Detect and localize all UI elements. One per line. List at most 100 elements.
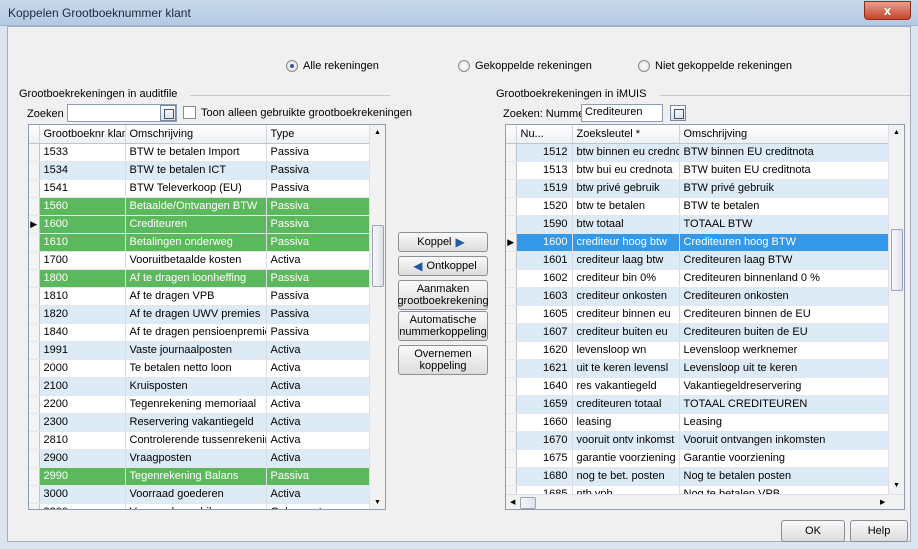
radio-niet-gekoppelde-rekeningen[interactable]: Niet gekoppelde rekeningen <box>638 58 792 74</box>
cell-omschrijving: Voorraadverschil <box>125 503 267 509</box>
right-accounts-grid: Nu... Zoeksleutel * Omschrijving 1512 btw… <box>505 124 905 510</box>
row-indicator <box>29 179 40 198</box>
table-row[interactable]: 1534 BTW te betalen ICT Passiva <box>29 161 371 180</box>
table-row[interactable]: 1605 crediteur binnen eu Crediteuren binne… <box>506 305 890 324</box>
right-group-title: Grootboekrekeningen in iMUIS <box>496 88 647 100</box>
table-row[interactable]: 1621 uit te keren levensl Levensloop uit t… <box>506 359 890 378</box>
help-button[interactable]: Help <box>850 520 908 542</box>
table-row[interactable]: ▶ 1600 Crediteuren Passiva <box>29 215 371 234</box>
radio-gekoppelde-rekeningen[interactable]: Gekoppelde rekeningen <box>458 58 592 74</box>
radio-button[interactable] <box>458 60 470 72</box>
scroll-down-icon[interactable]: ▼ <box>893 482 900 489</box>
cell-type: Passiva <box>266 269 371 288</box>
cell-grootboeknr: 1840 <box>39 323 126 342</box>
table-row[interactable]: 1700 Vooruitbetaalde kosten Activa <box>29 251 371 270</box>
scroll-right-icon[interactable]: ▶ <box>880 498 885 506</box>
used-accounts-checkbox[interactable] <box>183 106 196 119</box>
scroll-thumb[interactable] <box>891 229 903 291</box>
radio-button[interactable] <box>286 60 298 72</box>
ontkoppel-button[interactable]: ◀ Ontkoppel <box>398 256 488 276</box>
left-search-button[interactable] <box>160 105 176 121</box>
scroll-down-icon[interactable]: ▼ <box>374 499 381 506</box>
column-header-zoeksleutel[interactable]: Zoeksleutel * <box>572 125 680 144</box>
cell-type: Passiva <box>266 287 371 306</box>
table-row[interactable]: 2900 Vraagposten Activa <box>29 449 371 468</box>
column-header-grootboeknr[interactable]: Grootboeknr klant <box>39 125 126 144</box>
right-vertical-scrollbar[interactable]: ▲ ▼ <box>888 125 904 494</box>
table-row[interactable]: 1541 BTW Televerkoop (EU) Passiva <box>29 179 371 198</box>
table-row[interactable]: 1840 Af te dragen pensioenpremies Passiva <box>29 323 371 342</box>
row-indicator <box>29 485 40 504</box>
table-row[interactable]: 1520 btw te betalen BTW te betalen <box>506 197 890 216</box>
cell-nummer: 1603 <box>516 287 573 306</box>
table-row[interactable]: 1519 btw privé gebruik BTW privé gebruik <box>506 179 890 198</box>
cell-type: Activa <box>266 251 371 270</box>
table-row[interactable]: 2000 Te betalen netto loon Activa <box>29 359 371 378</box>
left-search-label: Zoeken <box>27 108 64 120</box>
table-row[interactable]: 1512btw binnen eu crednotaBTW binnen EU … <box>506 143 890 162</box>
column-header-omschrijving[interactable]: Omschrijving <box>125 125 267 144</box>
left-vertical-scrollbar[interactable]: ▲ ▼ <box>369 125 385 509</box>
table-row[interactable]: 1800 Af te dragen loonheffing Passiva <box>29 269 371 288</box>
table-row[interactable]: 1675 garantie voorziening Garantie voorzie… <box>506 449 890 468</box>
table-row[interactable]: 2200 Tegenrekening memoriaal Activa <box>29 395 371 414</box>
aanmaken-grootboekrekening-button[interactable]: Aanmaken grootboekrekening <box>397 280 489 310</box>
ok-button[interactable]: OK <box>781 520 845 542</box>
close-button[interactable]: x <box>864 1 911 20</box>
table-row[interactable]: 1602 crediteur bin 0% Crediteuren binnenla… <box>506 269 890 288</box>
cell-omschrijving: Vakantiegeldreservering <box>679 377 890 396</box>
table-row[interactable]: ▶ 1600 crediteur hoog btw Crediteuren hoog … <box>506 233 890 252</box>
scroll-up-icon[interactable]: ▲ <box>374 129 381 136</box>
cell-grootboeknr: 3800 <box>39 503 126 509</box>
cell-type: Activa <box>266 431 371 450</box>
table-row[interactable]: 1513 btw bui eu crednota BTW buiten EU cre… <box>506 161 890 180</box>
cell-omschrijving: Levensloop werknemer <box>679 341 890 360</box>
table-row[interactable]: 1670 vooruit ontv inkomst Vooruit ontvange… <box>506 431 890 450</box>
table-row[interactable]: 1607 crediteur buiten eu Crediteuren buite… <box>506 323 890 342</box>
table-row[interactable]: 1640 res vakantiegeld Vakantiegeldreserver… <box>506 377 890 396</box>
cell-omschrijving: BTW te betalen ICT <box>125 161 267 180</box>
cell-zoeksleutel: crediteur buiten eu <box>572 323 680 342</box>
table-row[interactable]: 2100 Kruisposten Activa <box>29 377 371 396</box>
column-header-type[interactable]: Type <box>266 125 371 144</box>
cell-type: Activa <box>266 395 371 414</box>
table-row[interactable]: 1810 Af te dragen VPB Passiva <box>29 287 371 306</box>
table-row[interactable]: 1590 btw totaal TOTAAL BTW <box>506 215 890 234</box>
row-indicator <box>506 341 517 360</box>
table-row[interactable]: 1991 Vaste journaalposten Activa <box>29 341 371 360</box>
cell-omschrijving: Af te dragen UWV premies <box>125 305 267 324</box>
cell-omschrijving: Voorraad goederen <box>125 485 267 504</box>
scroll-left-icon[interactable]: ◀ <box>510 498 515 506</box>
scroll-thumb[interactable] <box>372 225 384 287</box>
table-row[interactable]: 1610 Betalingen onderweg Passiva <box>29 233 371 252</box>
scroll-up-icon[interactable]: ▲ <box>893 129 900 136</box>
table-row[interactable]: 3800VoorraadverschilOpbrengsten <box>29 503 371 509</box>
table-row[interactable]: 1603 crediteur onkosten Crediteuren onkost… <box>506 287 890 306</box>
right-search-input[interactable]: Crediteuren <box>581 104 663 122</box>
table-row[interactable]: 1560 Betaalde/Ontvangen BTW Passiva <box>29 197 371 216</box>
table-row[interactable]: 1620 levensloop wn Levensloop werknemer <box>506 341 890 360</box>
right-horizontal-scrollbar[interactable]: ◀ ▶ <box>506 494 904 509</box>
automatische-nummerkoppeling-button[interactable]: Automatische nummerkoppeling <box>398 311 488 341</box>
table-row[interactable]: 2810 Controlerende tussenrekening Activa <box>29 431 371 450</box>
table-row[interactable]: 1820 Af te dragen UWV premies Passiva <box>29 305 371 324</box>
table-row[interactable]: 2300 Reservering vakantiegeld Activa <box>29 413 371 432</box>
koppel-label: Koppel <box>417 236 452 248</box>
table-row[interactable]: 1659 crediteuren totaal TOTAAL CREDITEUREN <box>506 395 890 414</box>
button-line: Automatische <box>409 314 477 326</box>
overnemen-koppeling-button[interactable]: Overnemen koppeling <box>398 345 488 375</box>
radio-button[interactable] <box>638 60 650 72</box>
right-search-button[interactable] <box>670 105 686 121</box>
table-row[interactable]: 1680 nog te bet. posten Nog te betalen pos… <box>506 467 890 486</box>
koppel-button[interactable]: Koppel ▶ <box>398 232 488 252</box>
cell-type: Activa <box>266 377 371 396</box>
table-row[interactable]: 2990 Tegenrekening Balans Passiva <box>29 467 371 486</box>
h-scroll-thumb[interactable] <box>520 497 536 509</box>
table-row[interactable]: 1533 BTW te betalen Import Passiva <box>29 143 371 162</box>
table-row[interactable]: 1601 crediteur laag btw Crediteuren laag B… <box>506 251 890 270</box>
radio-alle-rekeningen[interactable]: Alle rekeningen <box>286 58 379 74</box>
table-row[interactable]: 1660 leasing Leasing <box>506 413 890 432</box>
table-row[interactable]: 3000 Voorraad goederen Activa <box>29 485 371 504</box>
column-header-omschrijving[interactable]: Omschrijving <box>679 125 890 144</box>
column-header-nummer[interactable]: Nu... <box>516 125 573 144</box>
